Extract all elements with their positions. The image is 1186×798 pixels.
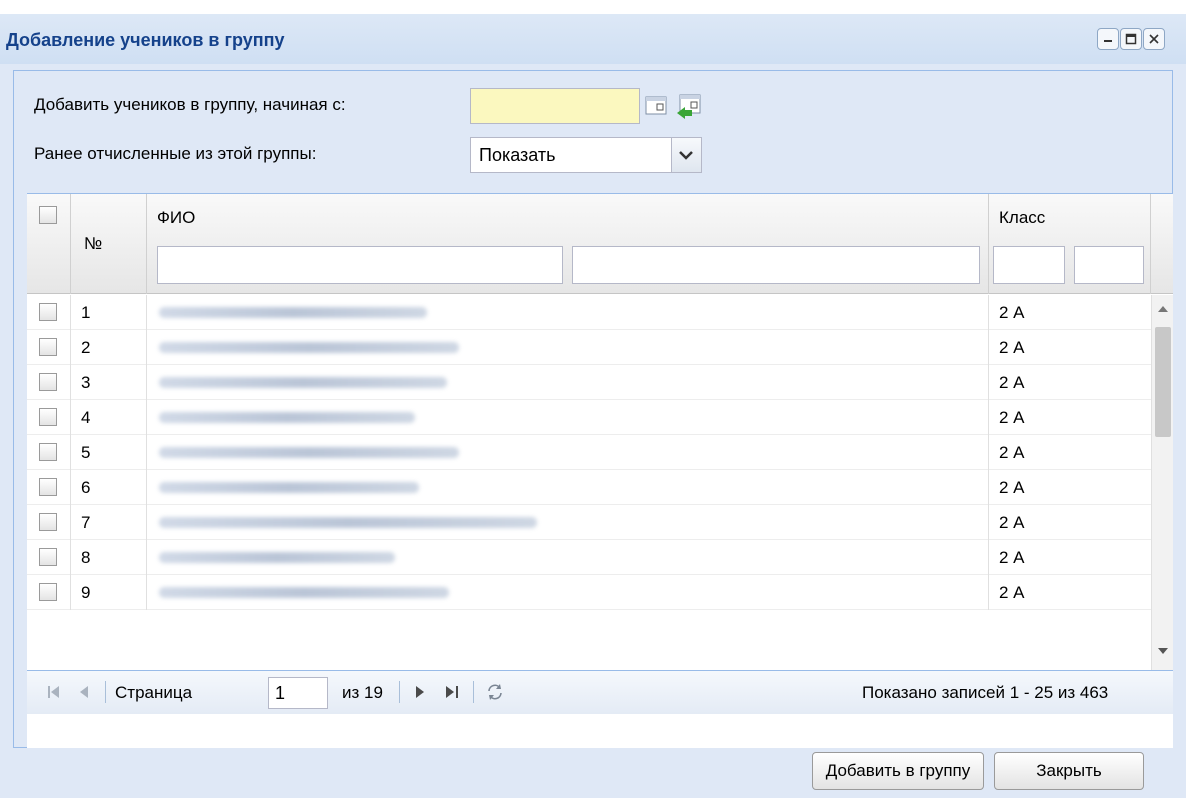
column-header-class: Класс bbox=[999, 208, 1046, 227]
table-row[interactable]: 8 2 А bbox=[27, 540, 1151, 575]
table-row[interactable]: 3 2 А bbox=[27, 365, 1151, 400]
fio-filter-input-2[interactable] bbox=[572, 246, 980, 284]
clear-date-icon[interactable] bbox=[674, 91, 704, 121]
row-checkbox[interactable] bbox=[39, 373, 57, 391]
row-number: 1 bbox=[81, 303, 91, 322]
header-fio-cell[interactable]: ФИО bbox=[147, 194, 989, 294]
start-date-label: Добавить учеников в группу, начиная с: bbox=[34, 95, 346, 114]
row-checkbox[interactable] bbox=[39, 408, 57, 426]
redacted-name bbox=[159, 447, 459, 458]
select-all-checkbox[interactable] bbox=[39, 206, 57, 224]
window-body: Добавить учеников в группу, начиная с: Р… bbox=[13, 70, 1173, 748]
page-label: Страница bbox=[115, 683, 193, 702]
page-number-input[interactable]: 1 bbox=[268, 677, 328, 709]
row-number: 9 bbox=[81, 583, 91, 602]
table-row[interactable]: 6 2 А bbox=[27, 470, 1151, 505]
row-class: 2 А bbox=[999, 373, 1025, 392]
grid-scrollbar[interactable] bbox=[1151, 295, 1173, 670]
background-strip bbox=[0, 0, 1186, 14]
expelled-select[interactable]: Показать bbox=[470, 137, 702, 173]
close-icon bbox=[1149, 34, 1159, 44]
header-class-cell[interactable]: Класс bbox=[989, 194, 1151, 294]
pager-separator bbox=[105, 681, 106, 703]
pager-separator bbox=[473, 681, 474, 703]
redacted-name bbox=[159, 482, 419, 493]
row-class: 2 А bbox=[999, 338, 1025, 357]
scroll-down-icon[interactable] bbox=[1157, 647, 1169, 655]
fio-filter-input-1[interactable] bbox=[157, 246, 563, 284]
close-button[interactable] bbox=[1143, 28, 1165, 50]
last-page-icon[interactable] bbox=[443, 683, 461, 701]
row-checkbox[interactable] bbox=[39, 303, 57, 321]
row-class: 2 А bbox=[999, 443, 1025, 462]
minimize-icon bbox=[1104, 40, 1112, 42]
redacted-name bbox=[159, 342, 459, 353]
redacted-name bbox=[159, 377, 447, 388]
window-titlebar[interactable]: Добавление учеников в группу bbox=[0, 14, 1186, 64]
row-checkbox[interactable] bbox=[39, 443, 57, 461]
row-number: 4 bbox=[81, 408, 91, 427]
first-page-icon[interactable] bbox=[45, 683, 63, 701]
row-number: 2 bbox=[81, 338, 91, 357]
row-class: 2 А bbox=[999, 408, 1025, 427]
row-class: 2 А bbox=[999, 513, 1025, 532]
redacted-name bbox=[159, 587, 449, 598]
table-row[interactable]: 9 2 А bbox=[27, 575, 1151, 610]
row-number: 8 bbox=[81, 548, 91, 567]
class-filter-input-2[interactable] bbox=[1074, 246, 1144, 284]
students-grid: № ФИО Класс 1 2 А 2 2 А 3 2 А 4 2 А 5 2 … bbox=[27, 193, 1173, 748]
row-class: 2 А bbox=[999, 478, 1025, 497]
table-row[interactable]: 5 2 А bbox=[27, 435, 1151, 470]
chevron-down-icon bbox=[679, 151, 693, 160]
table-row[interactable]: 7 2 А bbox=[27, 505, 1151, 540]
row-checkbox[interactable] bbox=[39, 513, 57, 531]
records-summary: Показано записей 1 - 25 из 463 bbox=[862, 683, 1109, 702]
maximize-icon bbox=[1125, 33, 1137, 45]
close-dialog-button[interactable]: Закрыть bbox=[994, 752, 1144, 790]
row-number: 5 bbox=[81, 443, 91, 462]
expelled-label: Ранее отчисленные из этой группы: bbox=[34, 144, 317, 163]
table-row[interactable]: 4 2 А bbox=[27, 400, 1151, 435]
expelled-select-trigger[interactable] bbox=[671, 138, 701, 172]
redacted-name bbox=[159, 517, 537, 528]
grid-rows: 1 2 А 2 2 А 3 2 А 4 2 А 5 2 А 6 2 А 7 2 … bbox=[27, 295, 1151, 610]
row-class: 2 А bbox=[999, 548, 1025, 567]
window-title: Добавление учеников в группу bbox=[6, 30, 285, 50]
next-page-icon[interactable] bbox=[411, 683, 429, 701]
expelled-select-value: Показать bbox=[479, 145, 556, 165]
class-filter-input-1[interactable] bbox=[993, 246, 1065, 284]
scroll-up-icon[interactable] bbox=[1157, 305, 1169, 313]
row-number: 3 bbox=[81, 373, 91, 392]
prev-page-icon[interactable] bbox=[75, 683, 93, 701]
column-header-fio: ФИО bbox=[157, 208, 196, 227]
scrollbar-thumb[interactable] bbox=[1155, 327, 1171, 437]
add-to-group-button[interactable]: Добавить в группу bbox=[812, 752, 984, 790]
minimize-button[interactable] bbox=[1097, 28, 1119, 50]
start-date-field[interactable] bbox=[470, 88, 640, 124]
row-number: 7 bbox=[81, 513, 91, 532]
row-checkbox[interactable] bbox=[39, 583, 57, 601]
redacted-name bbox=[159, 412, 415, 423]
maximize-button[interactable] bbox=[1120, 28, 1142, 50]
calendar-trigger-icon[interactable] bbox=[642, 91, 672, 121]
page-count-label: из 19 bbox=[342, 683, 383, 702]
redacted-name bbox=[159, 552, 395, 563]
row-number: 6 bbox=[81, 478, 91, 497]
paging-toolbar: Страница 1 из 19 Показано записей 1 - 25… bbox=[27, 670, 1173, 714]
redacted-name bbox=[159, 307, 427, 318]
row-class: 2 А bbox=[999, 303, 1025, 322]
add-students-window: Добавление учеников в группу Добавить уч… bbox=[0, 14, 1186, 798]
row-class: 2 А bbox=[999, 583, 1025, 602]
table-row[interactable]: 1 2 А bbox=[27, 295, 1151, 330]
row-checkbox[interactable] bbox=[39, 478, 57, 496]
row-checkbox[interactable] bbox=[39, 338, 57, 356]
pager-separator bbox=[399, 681, 400, 703]
header-select-all-cell bbox=[27, 194, 71, 294]
grid-header: № ФИО Класс bbox=[27, 194, 1173, 294]
refresh-icon[interactable] bbox=[485, 682, 505, 702]
row-checkbox[interactable] bbox=[39, 548, 57, 566]
header-number-cell: № bbox=[71, 194, 147, 294]
column-header-number: № bbox=[84, 234, 103, 253]
table-row[interactable]: 2 2 А bbox=[27, 330, 1151, 365]
